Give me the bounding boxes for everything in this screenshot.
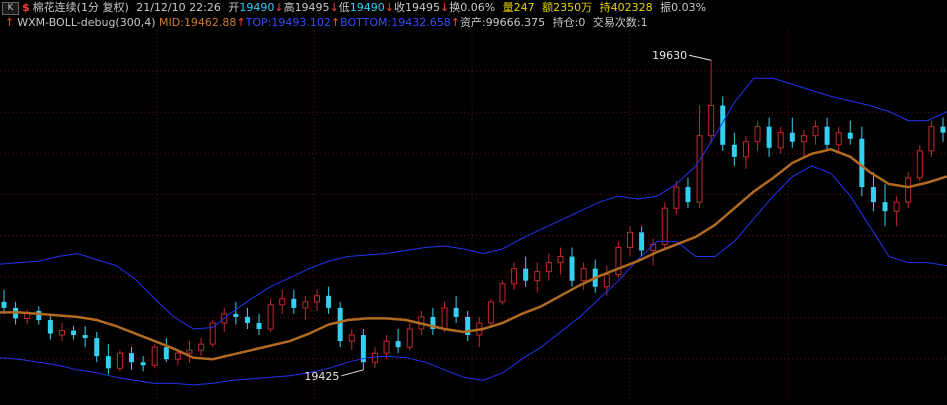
candle-body bbox=[233, 313, 239, 317]
candle-body bbox=[383, 340, 390, 354]
candle-body bbox=[859, 138, 865, 188]
price-chart[interactable]: 19630 19425 bbox=[0, 0, 947, 405]
candle-body bbox=[94, 338, 100, 357]
candle-body bbox=[789, 132, 795, 142]
candle-body bbox=[395, 341, 401, 348]
candle-body bbox=[603, 274, 610, 288]
candle-body bbox=[870, 187, 876, 203]
candle-body bbox=[406, 328, 413, 348]
candle-body bbox=[163, 347, 169, 360]
candle-body bbox=[326, 295, 332, 308]
candle-body bbox=[742, 141, 749, 158]
candle-body bbox=[314, 295, 320, 303]
candle-body bbox=[905, 177, 912, 203]
annotation-leader bbox=[689, 54, 712, 61]
candle-body bbox=[766, 126, 772, 148]
candle-body bbox=[244, 316, 250, 323]
candle-body bbox=[569, 256, 575, 281]
candle-body bbox=[151, 346, 158, 366]
candles-group bbox=[1, 60, 946, 375]
annotations: 19630 19425 bbox=[304, 49, 712, 383]
candle-body bbox=[116, 352, 123, 369]
candle-body bbox=[36, 310, 42, 320]
candle-body bbox=[916, 150, 923, 179]
candle-body bbox=[731, 144, 737, 157]
candle-body bbox=[129, 353, 135, 363]
candle-body bbox=[174, 352, 181, 360]
mid-line bbox=[0, 147, 947, 361]
candle-body bbox=[58, 330, 65, 336]
candle-body bbox=[256, 322, 262, 330]
candle-body bbox=[291, 298, 297, 308]
candle-body bbox=[545, 262, 552, 273]
candle-body bbox=[696, 135, 703, 203]
candle-body bbox=[627, 231, 633, 248]
candle-body bbox=[928, 126, 935, 152]
candle-body bbox=[453, 307, 459, 317]
candle-body bbox=[800, 135, 807, 143]
candle-body bbox=[198, 343, 205, 351]
candle-body bbox=[673, 186, 680, 209]
bottom-band-line bbox=[0, 165, 947, 386]
top-band-line bbox=[0, 77, 947, 330]
candle-body bbox=[824, 126, 830, 145]
candle-body bbox=[499, 283, 506, 303]
candle-body bbox=[835, 132, 842, 146]
candle-body bbox=[82, 335, 88, 339]
candle-body bbox=[940, 126, 946, 133]
candle-body bbox=[487, 301, 494, 324]
candle-body bbox=[893, 201, 900, 212]
candle-body bbox=[1, 301, 7, 308]
candle-body bbox=[639, 232, 645, 251]
candle-body bbox=[337, 307, 343, 342]
candle-body bbox=[523, 268, 529, 281]
candle-body bbox=[847, 132, 853, 139]
candle-body bbox=[685, 187, 691, 203]
annotation-leader bbox=[341, 369, 364, 377]
candle-body bbox=[754, 126, 761, 143]
candle-body bbox=[267, 304, 274, 330]
candle-body bbox=[580, 268, 587, 282]
candle-body bbox=[279, 298, 286, 306]
candle-body bbox=[186, 349, 193, 354]
candle-body bbox=[140, 362, 146, 366]
candle-body bbox=[708, 105, 715, 137]
candle-body bbox=[534, 271, 541, 282]
candle-body bbox=[557, 256, 564, 264]
max-price-label: 19630 bbox=[652, 49, 687, 62]
min-price-label: 19425 bbox=[304, 370, 339, 383]
candle-body bbox=[882, 202, 888, 212]
candle-body bbox=[71, 330, 77, 336]
grid-lines bbox=[0, 30, 947, 400]
candle-body bbox=[777, 132, 784, 149]
candle-body bbox=[348, 334, 355, 342]
candle-body bbox=[511, 268, 518, 285]
candle-body bbox=[302, 301, 309, 309]
candle-body bbox=[105, 356, 111, 369]
candle-body bbox=[441, 307, 448, 330]
candle-body bbox=[47, 319, 53, 334]
candle-body bbox=[661, 207, 668, 245]
candle-body bbox=[812, 126, 819, 137]
